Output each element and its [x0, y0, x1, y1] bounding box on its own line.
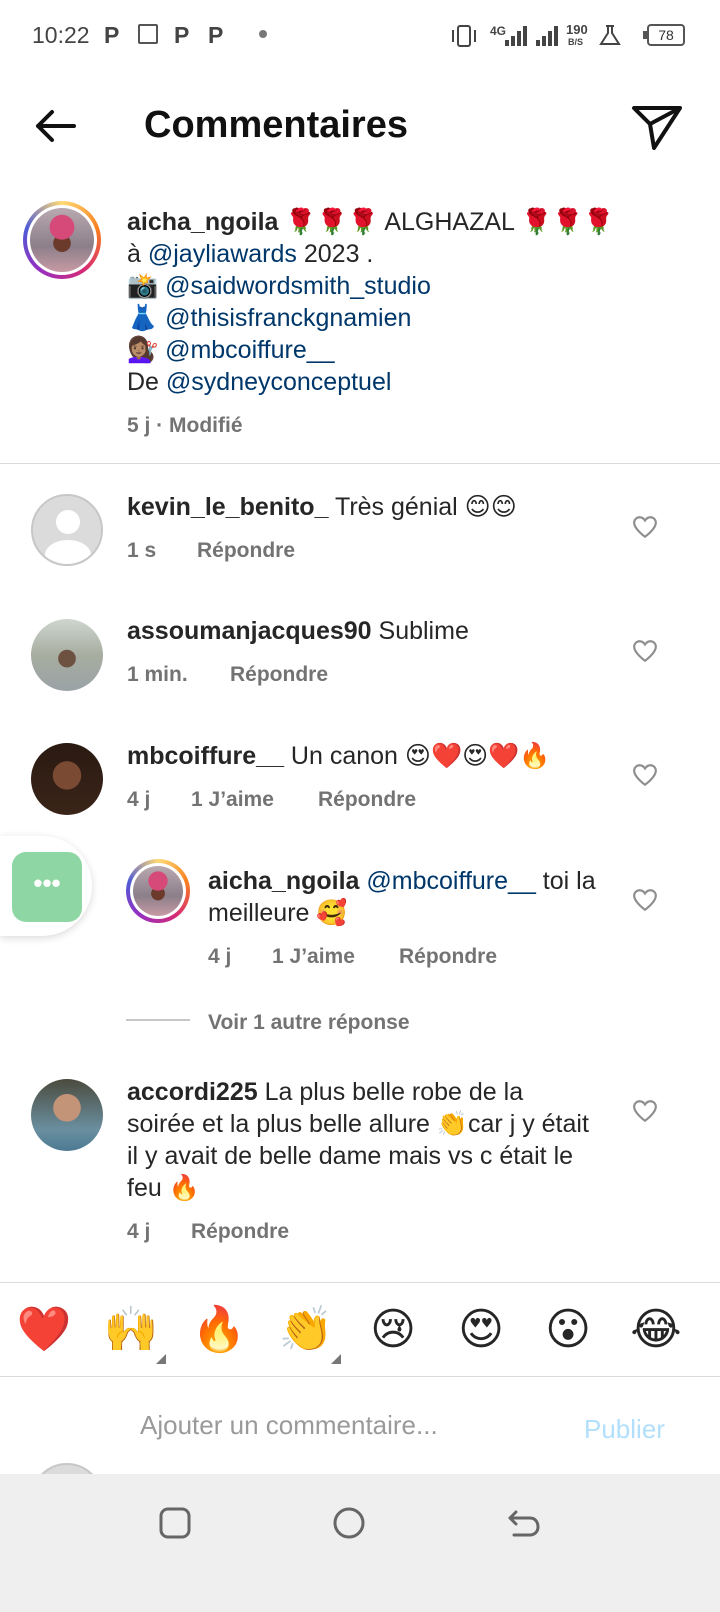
emoji-laughing[interactable]: 😂 [626, 1300, 686, 1360]
send-direct-icon[interactable] [630, 100, 686, 156]
mention-link[interactable]: @mbcoiffure__ [165, 336, 334, 364]
reply-button[interactable]: Répondre [230, 663, 328, 687]
emoji-fire[interactable]: 🔥 [189, 1300, 249, 1360]
haircut-emoji: 💇🏽‍♀️ [127, 336, 166, 364]
emoji-surprised[interactable]: 😮 [538, 1300, 598, 1360]
author-avatar[interactable] [23, 201, 101, 279]
back-nav-icon[interactable] [506, 1506, 542, 1540]
divider [0, 1376, 720, 1377]
publish-button[interactable]: Publier [584, 1414, 665, 1445]
caption-username[interactable]: aicha_ngoila [127, 208, 278, 236]
likes-count[interactable]: 1 J’aime [272, 945, 355, 969]
comment-username[interactable]: kevin_le_benito_ [127, 493, 328, 521]
comment-text: mbcoiffure__ Un canon 😍❤️😍❤️🔥 [127, 742, 551, 770]
emoji-heart-eyes[interactable]: 😍 [451, 1300, 511, 1360]
reply-author-photo [133, 866, 183, 916]
caption-meta: 5 j · Modifié [127, 414, 243, 437]
comment-time: 4 j [127, 788, 151, 811]
emoji-raising-hands[interactable]: 🙌 [101, 1300, 161, 1360]
skin-tone-indicator-icon [331, 1354, 341, 1364]
lab-flask-icon [599, 25, 621, 45]
commenter-avatar[interactable] [31, 743, 103, 815]
status-time: 10:22 [32, 22, 90, 48]
system-nav-bar [0, 1474, 720, 1612]
net-speed-unit: B/S [568, 37, 584, 47]
mention-link[interactable]: @mbcoiffure__ [359, 867, 535, 895]
comment-time: 1 min. [127, 663, 188, 686]
reply-button[interactable]: Répondre [191, 1220, 289, 1244]
more-options-bubble-icon[interactable]: ••• [12, 852, 82, 922]
comment-username[interactable]: mbcoiffure__ [127, 742, 284, 770]
dress-emoji: 👗 [127, 304, 166, 332]
like-heart-icon[interactable] [632, 1098, 658, 1124]
reply-button[interactable]: Répondre [318, 788, 416, 812]
signal-icon-2 [536, 26, 558, 46]
comment-time: 4 j [127, 1220, 151, 1243]
comment-text: accordi225 La plus belle robe de la soir… [127, 1078, 589, 1202]
caption-text: aicha_ngoila 🌹🌹🌹 ALGHAZAL 🌹🌹🌹 à @jayliaw… [127, 208, 615, 396]
comment-text: kevin_le_benito_ Très génial 😊😊 [127, 493, 517, 521]
reply-button[interactable]: Répondre [197, 539, 295, 563]
commenter-avatar[interactable] [31, 1079, 103, 1151]
author-photo [30, 208, 94, 272]
camera-emoji: 📸 [127, 272, 166, 300]
news-notification-icon [138, 24, 158, 44]
vibrate-icon [452, 25, 476, 47]
more-notifications-dot-icon [259, 30, 267, 38]
network-type: 4G [490, 24, 507, 38]
reply-button[interactable]: Répondre [399, 945, 497, 969]
comment-username[interactable]: accordi225 [127, 1078, 258, 1106]
like-heart-icon[interactable] [632, 762, 658, 788]
reply-time: 4 j [208, 945, 232, 968]
comment-time: 1 s [127, 539, 157, 562]
notification-icon: P [208, 22, 224, 48]
signal-icon [505, 26, 527, 46]
emoji-heart[interactable]: ❤️ [14, 1300, 74, 1360]
battery-indicator: 78 [643, 24, 685, 46]
mention-link[interactable]: @thisisfranckgnamien [165, 304, 411, 332]
mention-link[interactable]: @sydneyconceptuel [166, 368, 392, 396]
page-title: Commentaires [144, 104, 408, 146]
view-more-replies[interactable]: Voir 1 autre réponse [208, 1011, 410, 1035]
like-heart-icon[interactable] [632, 514, 658, 540]
back-arrow-icon[interactable] [30, 100, 90, 160]
likes-count[interactable]: 1 J’aime [191, 788, 274, 812]
commenter-avatar[interactable] [31, 494, 103, 566]
emoji-crying[interactable]: 😢 [363, 1300, 423, 1360]
reply-text: aicha_ngoila @mbcoiffure__ toi la meille… [208, 867, 596, 927]
mention-link[interactable]: @jayliawards [148, 240, 297, 268]
caption-line1: 🌹🌹🌹 ALGHAZAL 🌹🌹🌹 [278, 208, 615, 236]
emoji-clapping[interactable]: 👏 [276, 1300, 336, 1360]
notification-icon: P [174, 22, 190, 48]
net-speed-value: 190 [566, 22, 588, 37]
comment-input[interactable]: Ajouter un commentaire... [140, 1410, 438, 1441]
home-icon[interactable] [332, 1506, 366, 1540]
mention-link[interactable]: @saidwordsmith_studio [165, 272, 431, 300]
notification-icon: P [104, 22, 120, 48]
skin-tone-indicator-icon [156, 1354, 166, 1364]
like-heart-icon[interactable] [632, 638, 658, 664]
comment-text: assoumanjacques90 Sublime [127, 617, 469, 645]
comment-username[interactable]: assoumanjacques90 [127, 617, 372, 645]
like-heart-icon[interactable] [632, 887, 658, 913]
commenter-avatar[interactable] [31, 619, 103, 691]
view-replies-line [126, 1019, 190, 1021]
divider [0, 463, 720, 464]
reply-avatar[interactable] [126, 859, 190, 923]
status-bar: 10:22 P P P 4G 190 B/S 78 [0, 0, 720, 72]
recent-apps-icon[interactable] [158, 1506, 192, 1540]
divider [0, 1282, 720, 1283]
reply-username[interactable]: aicha_ngoila [208, 867, 359, 895]
